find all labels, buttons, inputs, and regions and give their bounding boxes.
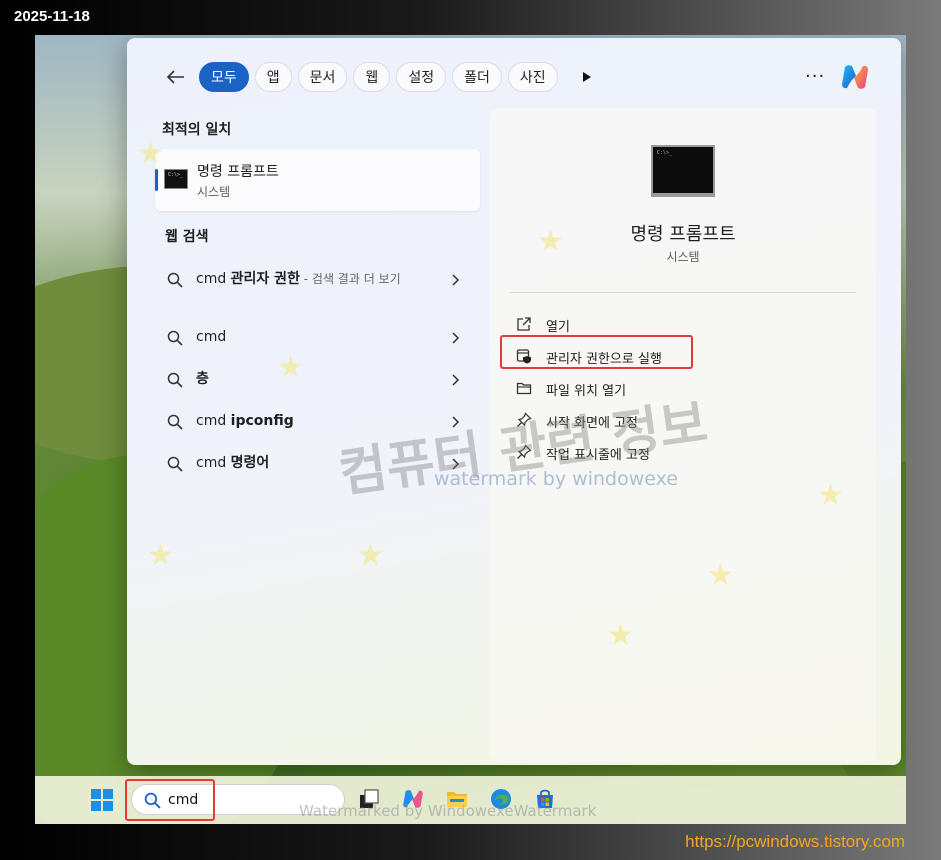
copilot-icon[interactable]	[839, 62, 871, 92]
decor-star: ★	[707, 558, 734, 593]
chevron-right-icon	[452, 274, 460, 286]
taskbar: Watermarked by WindowexeWatermark	[35, 776, 906, 824]
web-result-item[interactable]: cmd 관리자 권한 - 검색 결과 더 보기	[167, 266, 467, 296]
more-options-button[interactable]: ···	[805, 66, 825, 87]
highlight-run-as-admin	[500, 335, 693, 369]
back-arrow-icon	[167, 70, 184, 84]
decor-star: ★	[277, 350, 304, 385]
open-external-icon	[517, 317, 531, 331]
command-prompt-large-icon: C:\>_	[651, 145, 715, 197]
chevron-right-icon	[452, 332, 460, 344]
best-match-result[interactable]: C:\>_ 명령 프롬프트 시스템	[155, 149, 480, 211]
tab-apps[interactable]: 앱	[254, 62, 292, 92]
divider	[510, 292, 856, 293]
decor-star: ★	[817, 478, 844, 513]
more-filters-button[interactable]	[572, 62, 602, 92]
play-arrow-icon	[582, 72, 591, 82]
tab-web[interactable]: 웹	[353, 62, 391, 92]
start-menu-panel: 모두 앱 문서 웹 설정 폴더 사진 ··· 최적의 일치 C:\>_ 명령 프…	[127, 38, 901, 765]
decor-star: ★	[147, 538, 174, 573]
selection-accent	[155, 169, 158, 191]
command-prompt-icon: C:\>_	[164, 169, 188, 189]
web-result-text: 층	[196, 371, 209, 387]
tab-folders[interactable]: 폴더	[452, 62, 502, 92]
web-result-text: cmd 관리자 권한 - 검색 결과 더 보기	[196, 271, 401, 287]
back-button[interactable]	[161, 62, 191, 92]
web-result-text: cmd	[196, 329, 227, 345]
chevron-right-icon	[452, 374, 460, 386]
taskbar-watermark: Watermarked by WindowexeWatermark	[299, 802, 597, 820]
decor-star: ★	[137, 136, 164, 171]
tab-photos[interactable]: 사진	[507, 62, 558, 92]
search-icon	[167, 414, 183, 430]
action-label: 열기	[546, 320, 570, 335]
desktop-screen: 모두 앱 문서 웹 설정 폴더 사진 ··· 최적의 일치 C:\>_ 명령 프…	[35, 35, 906, 824]
tab-documents[interactable]: 문서	[297, 62, 348, 92]
web-result-item[interactable]: 층	[167, 366, 467, 396]
search-icon	[167, 330, 183, 346]
site-url: https://pcwindows.tistory.com	[685, 832, 905, 851]
windows-start-button[interactable]	[91, 789, 113, 811]
decor-star: ★	[607, 618, 634, 653]
best-match-subtitle: 시스템	[197, 185, 231, 199]
tab-all[interactable]: 모두	[199, 62, 249, 92]
best-match-heading: 최적의 일치	[162, 122, 232, 138]
web-result-item[interactable]: cmd	[167, 324, 467, 354]
search-icon	[167, 456, 183, 472]
filter-bar: 모두 앱 문서 웹 설정 폴더 사진	[161, 61, 602, 93]
web-search-heading: 웹 검색	[165, 229, 209, 245]
search-icon	[167, 372, 183, 388]
tab-settings[interactable]: 설정	[396, 62, 447, 92]
folder-icon	[516, 382, 532, 395]
watermark-english: watermark by windowexe	[434, 468, 678, 490]
date-label: 2025-11-18	[14, 8, 90, 25]
highlight-search-box	[125, 779, 215, 821]
best-match-title: 명령 프롬프트	[197, 164, 279, 180]
decor-star: ★	[537, 224, 564, 259]
search-icon	[167, 272, 183, 288]
decor-star: ★	[357, 538, 384, 573]
